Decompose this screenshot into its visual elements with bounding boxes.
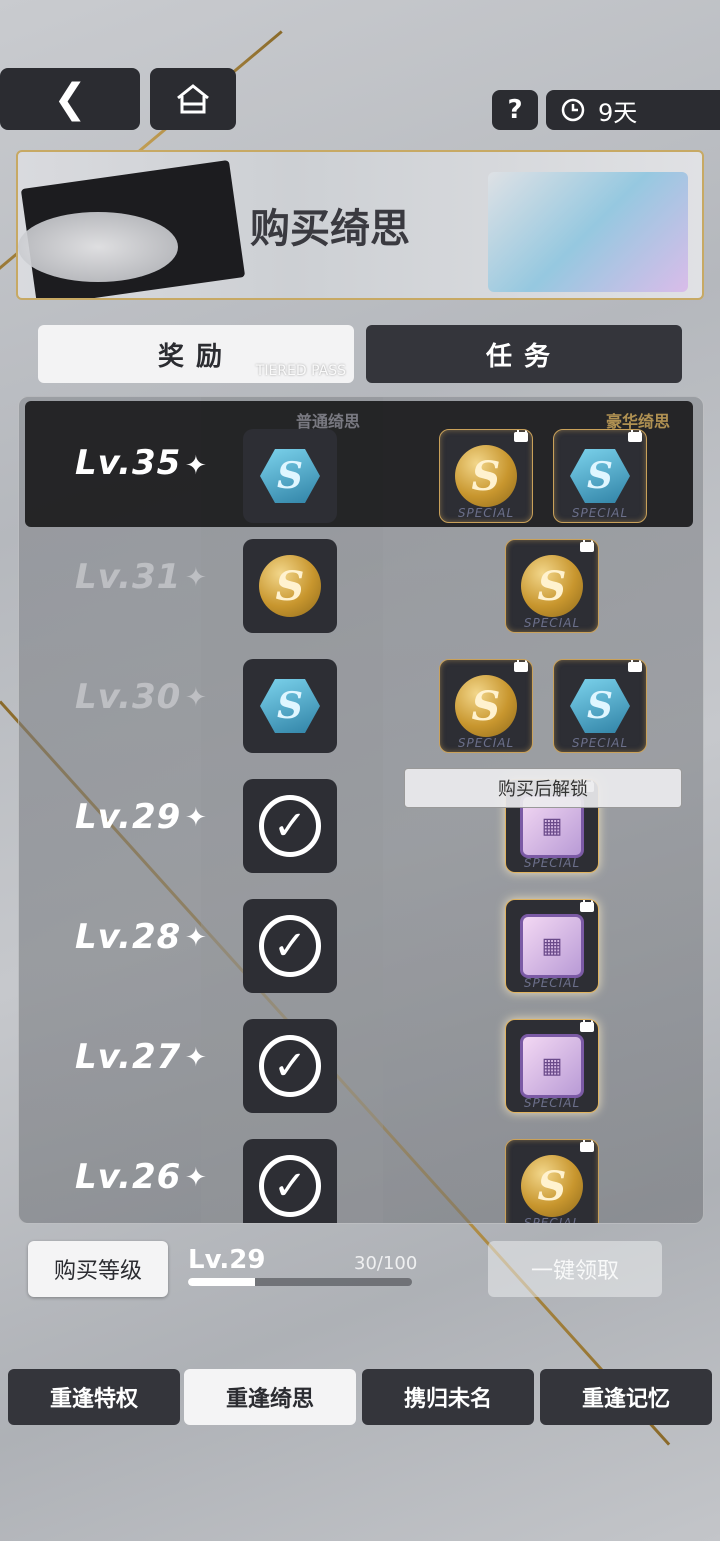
- home-button[interactable]: [150, 68, 236, 130]
- hex-crystal-icon: S: [570, 449, 630, 503]
- current-level: Lv.29: [188, 1245, 266, 1275]
- free-reward-slot[interactable]: ✓: [243, 899, 337, 993]
- reward-track-panel[interactable]: Lv.35 ✦ S S SPECIAL S SPECIAL Lv.31 ✦ S S SP…: [18, 396, 704, 1224]
- free-reward-slot[interactable]: S: [243, 539, 337, 633]
- lock-icon: [628, 430, 642, 442]
- row-level: Lv.28: [75, 917, 182, 957]
- hex-crystal-icon: S: [570, 679, 630, 733]
- lock-icon: [580, 540, 594, 552]
- home-icon: [177, 84, 209, 114]
- special-label: SPECIAL: [457, 736, 515, 750]
- star-icon: ✦: [185, 1163, 207, 1193]
- coin-icon: S: [259, 555, 321, 617]
- claimed-check-icon: ✓: [259, 1155, 321, 1217]
- star-icon: ✦: [185, 451, 207, 481]
- star-icon: ✦: [185, 563, 207, 593]
- coin-icon: S: [521, 1155, 583, 1217]
- claimed-check-icon: ✓: [259, 915, 321, 977]
- unlock-tooltip: 购买后解锁: [404, 768, 682, 808]
- star-icon: ✦: [185, 923, 207, 953]
- bottom-tab-2[interactable]: 重逢绮思: [184, 1369, 356, 1425]
- premium-reward-slot[interactable]: S SPECIAL: [505, 1139, 599, 1224]
- star-icon: ✦: [185, 803, 207, 833]
- reward-row: Lv.31 ✦ S S SPECIAL: [19, 517, 703, 633]
- special-label: SPECIAL: [523, 616, 581, 630]
- free-track-header: 普通绮思: [296, 412, 361, 431]
- claimed-check-icon: ✓: [259, 1035, 321, 1097]
- progress-fill: [188, 1278, 256, 1286]
- special-label: SPECIAL: [523, 1096, 581, 1110]
- star-icon: ✦: [185, 1043, 207, 1073]
- row-level: Lv.35: [75, 443, 182, 483]
- progress-bar: [188, 1278, 412, 1286]
- timer-text: 9天: [598, 98, 638, 127]
- reward-row: Lv.28 ✦ ✓ ▦ SPECIAL: [19, 877, 703, 993]
- reward-row: Lv.26 ✦ ✓ S SPECIAL: [19, 1117, 703, 1224]
- special-label: SPECIAL: [571, 736, 629, 750]
- lock-icon: [514, 660, 528, 672]
- star-icon: ✦: [185, 683, 207, 713]
- ribbon-bow-illustration: [18, 212, 178, 282]
- free-reward-slot[interactable]: ✓: [243, 1019, 337, 1113]
- hex-crystal-icon: S: [260, 449, 320, 503]
- banner-title: 购买绮思: [250, 206, 410, 252]
- chip-icon: ▦: [520, 914, 584, 978]
- lock-icon: [580, 1140, 594, 1152]
- row-level: Lv.27: [75, 1037, 182, 1077]
- tab-rewards-label: 奖励: [157, 341, 234, 372]
- clock-icon: [561, 98, 585, 122]
- event-timer: 9天: [546, 90, 720, 130]
- purchase-banner[interactable]: 购买绮思: [16, 150, 704, 300]
- chevron-left-icon: ❮: [53, 76, 87, 122]
- lock-icon: [580, 1020, 594, 1032]
- bottom-tab-1[interactable]: 重逢特权: [8, 1369, 180, 1425]
- free-reward-slot[interactable]: ✓: [243, 779, 337, 873]
- reward-row: Lv.35 ✦ S S SPECIAL S SPECIAL: [19, 401, 703, 527]
- row-level: Lv.29: [75, 797, 182, 837]
- premium-track-header: 豪华绮思: [606, 412, 671, 431]
- lock-icon: [580, 900, 594, 912]
- row-level: Lv.31: [75, 557, 182, 597]
- free-reward-slot[interactable]: S: [243, 659, 337, 753]
- progress-value: 30/100: [354, 1253, 418, 1274]
- tab-watermark: TIERED PASS: [255, 363, 346, 379]
- back-button[interactable]: ❮: [0, 68, 140, 130]
- coin-icon: S: [455, 675, 517, 737]
- row-level: Lv.26: [75, 1157, 182, 1197]
- free-reward-slot[interactable]: S: [243, 429, 337, 523]
- coin-icon: S: [521, 555, 583, 617]
- claim-all-button[interactable]: 一键领取: [488, 1241, 662, 1297]
- help-button[interactable]: ?: [492, 90, 538, 130]
- bottom-tab-3[interactable]: 携归未名: [362, 1369, 534, 1425]
- coin-icon: S: [455, 445, 517, 507]
- premium-reward-slot[interactable]: S SPECIAL: [439, 429, 533, 523]
- premium-reward-slot[interactable]: S SPECIAL: [439, 659, 533, 753]
- premium-reward-slot[interactable]: S SPECIAL: [553, 659, 647, 753]
- bottom-tab-4[interactable]: 重逢记忆: [540, 1369, 712, 1425]
- premium-reward-slot[interactable]: S SPECIAL: [505, 539, 599, 633]
- premium-reward-slot[interactable]: S SPECIAL: [553, 429, 647, 523]
- premium-reward-slot[interactable]: ▦ SPECIAL: [505, 1019, 599, 1113]
- lock-icon: [514, 430, 528, 442]
- free-reward-slot[interactable]: ✓: [243, 1139, 337, 1223]
- special-label: SPECIAL: [523, 856, 581, 870]
- tab-tasks[interactable]: 任务: [366, 325, 682, 383]
- hex-crystal-icon: S: [260, 679, 320, 733]
- reward-row: Lv.30 ✦ S S SPECIAL S SPECIAL: [19, 637, 703, 753]
- premium-reward-slot[interactable]: ▦ SPECIAL: [505, 899, 599, 993]
- tab-tasks-label: 任务: [485, 341, 562, 372]
- chip-icon: ▦: [520, 1034, 584, 1098]
- reward-row: Lv.27 ✦ ✓ ▦ SPECIAL: [19, 997, 703, 1113]
- row-level: Lv.30: [75, 677, 182, 717]
- special-label: SPECIAL: [523, 976, 581, 990]
- claimed-check-icon: ✓: [259, 795, 321, 857]
- buy-level-button[interactable]: 购买等级: [28, 1241, 168, 1297]
- special-label: SPECIAL: [523, 1216, 581, 1224]
- lock-icon: [628, 660, 642, 672]
- gift-box-illustration: [488, 172, 688, 292]
- tab-rewards[interactable]: 奖励 TIERED PASS: [38, 325, 354, 383]
